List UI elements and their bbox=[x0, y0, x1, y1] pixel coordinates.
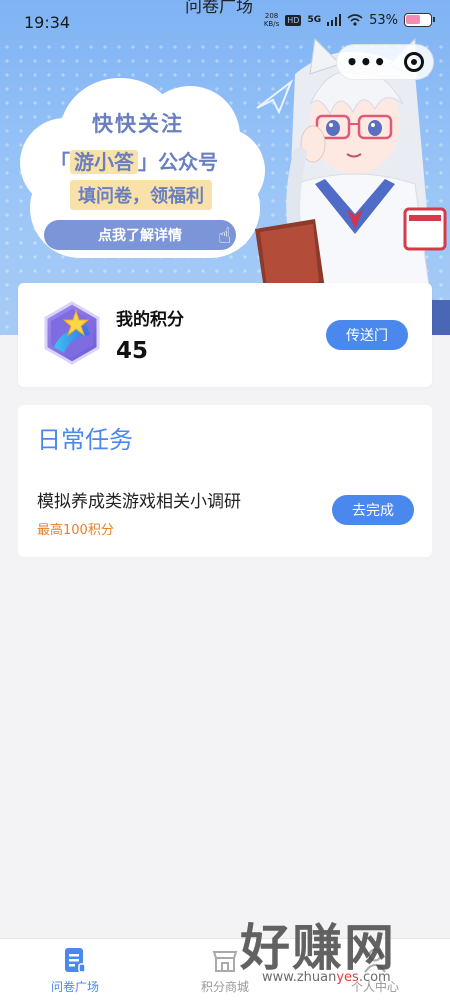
points-label: 我的积分 bbox=[116, 310, 184, 330]
mini-program-capsule[interactable]: ••• bbox=[336, 44, 434, 80]
banner-title: 快快关注 bbox=[92, 112, 184, 136]
bottom-tab-bar: 问卷广场 积分商城 个人中心 bbox=[0, 938, 450, 1000]
banner-tagline: 填问卷，领福利 bbox=[70, 180, 212, 210]
daily-tasks-card: 日常任务 模拟养成类游戏相关小调研 最高100积分 去完成 bbox=[18, 405, 432, 557]
hd-icon: HD bbox=[285, 14, 302, 26]
status-icons: 208 KB/s HD 5G 53% bbox=[263, 12, 435, 28]
points-value: 45 bbox=[116, 338, 149, 364]
tab-label: 个人中心 bbox=[350, 980, 399, 994]
portal-button[interactable]: 传送门 bbox=[326, 320, 408, 350]
tab-label: 积分商城 bbox=[200, 980, 249, 994]
clock: 19:34 bbox=[24, 13, 71, 32]
wifi-icon bbox=[347, 14, 363, 26]
pointing-hand-icon: ☝ bbox=[218, 224, 232, 249]
close-target-icon[interactable] bbox=[404, 52, 425, 72]
tab-points-mall[interactable]: 积分商城 bbox=[150, 939, 300, 1000]
more-icon[interactable]: ••• bbox=[346, 50, 387, 74]
signal-icon bbox=[327, 14, 342, 26]
points-card: 我的积分 45 传送门 bbox=[18, 283, 432, 387]
complete-task-button[interactable]: 去完成 bbox=[332, 495, 414, 525]
battery-icon bbox=[404, 13, 435, 27]
network-label: 5G bbox=[307, 15, 322, 25]
tab-label: 问卷广场 bbox=[50, 980, 99, 994]
learn-more-button[interactable]: 点我了解详情 bbox=[44, 220, 236, 250]
page-title: 问卷广场 bbox=[185, 0, 253, 17]
net-speed: 208 KB/s bbox=[263, 12, 280, 28]
task-title: 模拟养成类游戏相关小调研 bbox=[37, 492, 241, 512]
tab-profile[interactable]: 个人中心 bbox=[300, 939, 450, 1000]
banner-subtitle: 「游小答 」公众号 bbox=[50, 150, 218, 174]
promo-cloud: 快快关注 「游小答 」公众号 填问卷，领福利 点我了解详情 ☝ bbox=[20, 68, 265, 258]
status-bar: 19:34 问卷广场 208 KB/s HD 5G 53% bbox=[0, 0, 450, 42]
survey-icon bbox=[65, 948, 86, 973]
tab-survey-square[interactable]: 问卷广场 bbox=[0, 939, 150, 1000]
user-icon bbox=[364, 948, 386, 973]
task-reward: 最高100积分 bbox=[37, 523, 114, 538]
star-medal-icon bbox=[44, 301, 100, 365]
store-icon bbox=[212, 951, 238, 972]
daily-tasks-title: 日常任务 bbox=[37, 426, 133, 454]
battery-percent: 53% bbox=[369, 12, 398, 28]
